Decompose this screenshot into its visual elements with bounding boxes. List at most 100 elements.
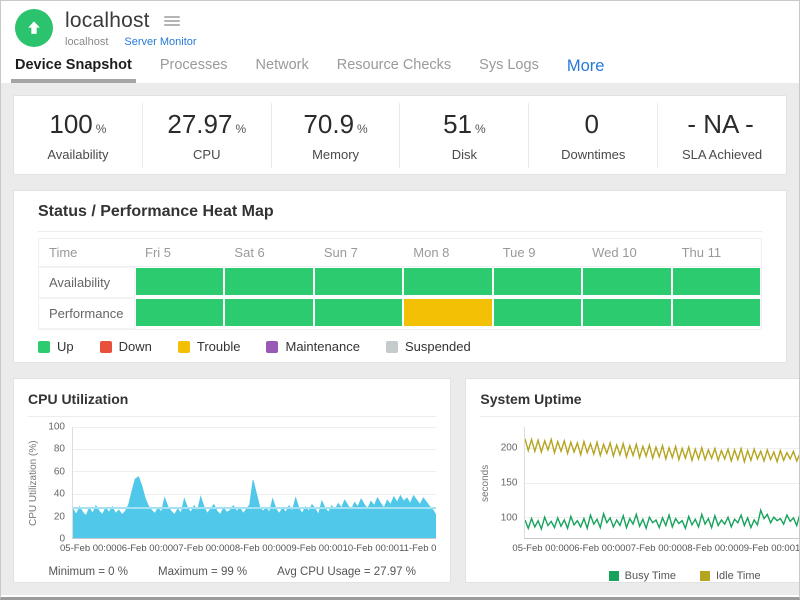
tab-sys-logs[interactable]: Sys Logs bbox=[479, 57, 539, 83]
y-tick-label: 200 bbox=[501, 443, 518, 454]
down-swatch-icon bbox=[100, 341, 112, 353]
legend-item-maintenance: Maintenance bbox=[266, 339, 359, 354]
trouble-swatch-icon bbox=[178, 341, 190, 353]
heatmap-legend: Up Down Trouble Maintenance Suspended bbox=[38, 339, 762, 354]
x-tick-label: 05-Feb 00:00 bbox=[60, 543, 117, 554]
stat-value: 70.9 bbox=[303, 109, 354, 139]
heatmap-row-label: Performance bbox=[39, 298, 135, 329]
heatmap-column-header: Tue 9 bbox=[493, 239, 582, 267]
x-tick-label: 10-Feb 00:00 bbox=[343, 543, 400, 554]
tab-network[interactable]: Network bbox=[256, 57, 309, 83]
y-tick-label: 20 bbox=[54, 511, 65, 522]
system-uptime-plot bbox=[524, 427, 800, 539]
cpu-average: Avg CPU Usage = 27.97 % bbox=[277, 566, 416, 578]
heatmap-column-header: Mon 8 bbox=[403, 239, 492, 267]
legend-label: Down bbox=[119, 339, 152, 354]
legend-item-down: Down bbox=[100, 339, 152, 354]
stat-value: 27.97 bbox=[167, 109, 232, 139]
stat-label: Downtimes bbox=[529, 147, 657, 162]
stat-label: Availability bbox=[14, 147, 142, 162]
summary-stats-card: 100% Availability 27.97% CPU 70.9% Memor… bbox=[13, 95, 787, 175]
legend-item-suspended: Suspended bbox=[386, 339, 471, 354]
heatmap-cell-up[interactable] bbox=[673, 299, 760, 326]
legend-label: Suspended bbox=[405, 339, 471, 354]
heatmap-cell-up[interactable] bbox=[315, 268, 402, 295]
page-title: localhost bbox=[65, 9, 150, 33]
heatmap-cell-up[interactable] bbox=[494, 268, 581, 295]
chart-title: CPU Utilization bbox=[28, 391, 436, 417]
x-axis-labels: 05-Feb 00:0006-Feb 00:0007-Feb 00:0008-F… bbox=[512, 543, 800, 554]
heatmap-cell-up[interactable] bbox=[404, 268, 491, 295]
stat-unit: % bbox=[235, 122, 246, 136]
main-content: 100% Availability 27.97% CPU 70.9% Memor… bbox=[1, 83, 799, 595]
stat-cpu: 27.97% CPU bbox=[143, 103, 272, 168]
x-axis-labels: 05-Feb 00:0006-Feb 00:0007-Feb 00:0008-F… bbox=[60, 543, 436, 554]
cpu-utilization-plot bbox=[72, 427, 436, 539]
stat-value: - NA - bbox=[687, 109, 753, 139]
heatmap-cell-up[interactable] bbox=[225, 268, 312, 295]
stat-value: 51 bbox=[443, 109, 472, 139]
heatmap-row: Availability bbox=[39, 267, 761, 298]
x-tick-label: 06-Feb 00:00 bbox=[569, 543, 626, 554]
heatmap-cell-up[interactable] bbox=[673, 268, 760, 295]
stat-value: 0 bbox=[584, 109, 598, 139]
heatmap-cell-up[interactable] bbox=[315, 299, 402, 326]
up-arrow-icon bbox=[24, 18, 44, 38]
heatmap-cell-trouble[interactable] bbox=[404, 299, 491, 326]
x-tick-label: 06-Feb 00:00 bbox=[117, 543, 174, 554]
tab-processes[interactable]: Processes bbox=[160, 57, 228, 83]
y-tick-label: 150 bbox=[501, 478, 518, 489]
heatmap-column-header: Thu 11 bbox=[672, 239, 761, 267]
legend-item-trouble: Trouble bbox=[178, 339, 241, 354]
tab-more[interactable]: More bbox=[567, 57, 605, 83]
heatmap-row-label: Availability bbox=[39, 267, 135, 298]
header: localhost localhost Server Monitor bbox=[1, 1, 799, 48]
legend-label: Idle Time bbox=[716, 570, 761, 582]
maintenance-swatch-icon bbox=[266, 341, 278, 353]
cpu-maximum: Maximum = 99 % bbox=[158, 566, 247, 578]
breadcrumb-category-link[interactable]: Server Monitor bbox=[124, 36, 196, 48]
cpu-minimum: Minimum = 0 % bbox=[48, 566, 128, 578]
tab-device-snapshot[interactable]: Device Snapshot bbox=[15, 57, 132, 83]
breadcrumb-device: localhost bbox=[65, 36, 108, 48]
heatmap-title: Status / Performance Heat Map bbox=[38, 203, 762, 232]
x-tick-label: 07-Feb 00:00 bbox=[625, 543, 682, 554]
heatmap-column-header: Sat 6 bbox=[224, 239, 313, 267]
heatmap-cell-up[interactable] bbox=[583, 299, 670, 326]
heatmap-column-header: Wed 10 bbox=[582, 239, 671, 267]
stat-label: SLA Achieved bbox=[658, 147, 786, 162]
cpu-utilization-chart-card: CPU Utilization CPU Utilization (%) 0204… bbox=[13, 378, 451, 583]
y-tick-label: 80 bbox=[54, 444, 65, 455]
y-axis-label: seconds bbox=[480, 427, 494, 539]
device-status-icon bbox=[15, 9, 53, 47]
stat-value: 100 bbox=[49, 109, 92, 139]
y-axis: 100150200 bbox=[494, 427, 524, 539]
x-tick-label: 05-Feb 00:00 bbox=[512, 543, 569, 554]
suspended-swatch-icon bbox=[386, 341, 398, 353]
x-tick-label: 09-Feb 00:00 bbox=[738, 543, 795, 554]
legend-item-up: Up bbox=[38, 339, 74, 354]
heatmap-cell-up[interactable] bbox=[225, 299, 312, 326]
legend-item-idle-time: Idle Time bbox=[700, 570, 761, 582]
heatmap-cell-up[interactable] bbox=[136, 268, 223, 295]
legend-label: Busy Time bbox=[625, 570, 676, 582]
x-tick-label: 07-Feb 00:00 bbox=[173, 543, 230, 554]
legend-label: Maintenance bbox=[285, 339, 359, 354]
menu-icon[interactable] bbox=[162, 14, 182, 28]
heatmap-cell-up[interactable] bbox=[136, 299, 223, 326]
idle-time-swatch-icon bbox=[700, 571, 710, 581]
y-tick-label: 40 bbox=[54, 489, 65, 500]
y-tick-label: 0 bbox=[59, 534, 65, 545]
heatmap-cell-up[interactable] bbox=[583, 268, 670, 295]
stat-unit: % bbox=[475, 122, 486, 136]
tab-resource-checks[interactable]: Resource Checks bbox=[337, 57, 451, 83]
heatmap-cell-up[interactable] bbox=[494, 299, 581, 326]
tab-bar: Device Snapshot Processes Network Resour… bbox=[1, 57, 799, 83]
x-tick-label: 09-Feb 00:00 bbox=[286, 543, 343, 554]
stat-sla-achieved: - NA - SLA Achieved bbox=[658, 103, 786, 168]
legend-label: Up bbox=[57, 339, 74, 354]
breadcrumb: localhost Server Monitor bbox=[65, 36, 785, 48]
uptime-legend: Busy Time Idle Time bbox=[480, 570, 800, 582]
y-tick-label: 60 bbox=[54, 466, 65, 477]
x-tick-label: 10-Feb 00:00 bbox=[795, 543, 800, 554]
